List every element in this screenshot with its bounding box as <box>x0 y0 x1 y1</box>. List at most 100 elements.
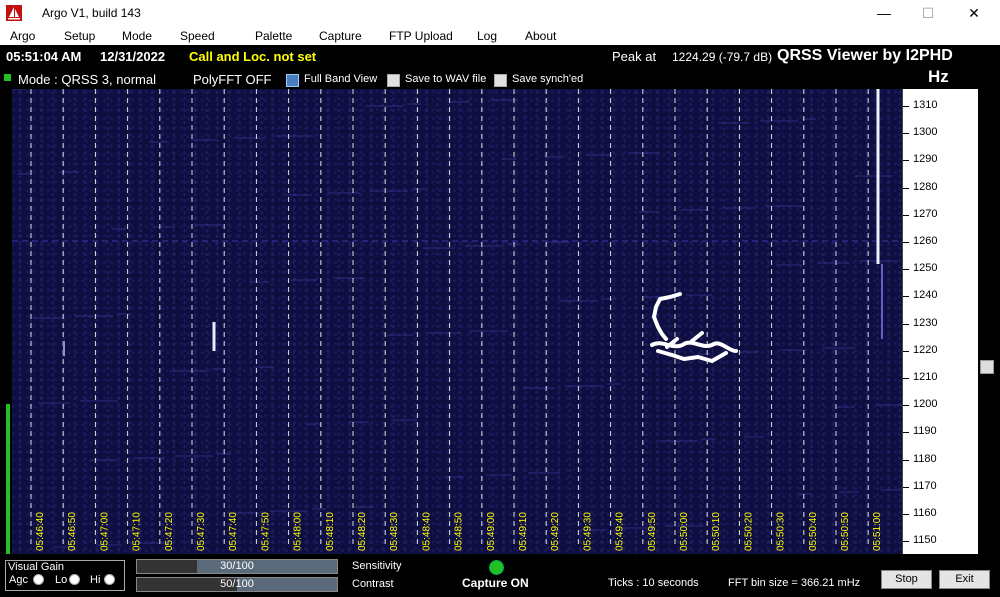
minimize-button[interactable]: — <box>861 0 907 27</box>
time-label: 05:50:20 <box>743 512 754 551</box>
time-label: 05:47:40 <box>228 512 239 551</box>
save-synched-label: Save synch'ed <box>512 73 584 85</box>
title-bar: Argo V1, build 143 — ☐ ✕ <box>0 0 1000 27</box>
freq-label: 1240 <box>913 289 938 302</box>
freq-label: 1190 <box>913 425 937 438</box>
agc-radio[interactable] <box>33 574 44 585</box>
save-synched-checkbox[interactable] <box>494 74 507 87</box>
freq-tick <box>903 514 909 515</box>
menu-mode[interactable]: Mode <box>122 29 152 43</box>
contrast-value: 50/100 <box>220 578 254 590</box>
freq-label: 1250 <box>913 262 938 275</box>
hi-label: Hi <box>90 574 101 586</box>
freq-tick <box>903 242 909 243</box>
exit-button[interactable]: Exit <box>939 570 990 589</box>
freq-label: 1300 <box>913 126 938 139</box>
app-name: QRSS Viewer by I2PHD <box>777 47 953 64</box>
time-label: 05:49:20 <box>550 512 561 551</box>
time-label: 05:50:00 <box>679 512 690 551</box>
fft-bin-label: FFT bin size = 366.21 mHz <box>728 577 861 589</box>
time-label: 05:46:40 <box>35 512 46 551</box>
save-wav-checkbox[interactable] <box>387 74 400 87</box>
stop-button[interactable]: Stop <box>881 570 932 589</box>
menu-bar: Argo Setup Mode Speed Palette Capture FT… <box>0 27 1000 45</box>
contrast-slider[interactable]: 50/100 <box>136 577 338 592</box>
freq-label: 1160 <box>913 507 937 519</box>
hi-radio[interactable] <box>104 574 115 585</box>
time-label: 05:47:50 <box>260 512 271 551</box>
freq-tick <box>903 160 909 162</box>
scrollbar-thumb[interactable] <box>980 360 994 374</box>
sensitivity-slider[interactable]: 30/100 <box>136 559 338 574</box>
time-label: 05:48:00 <box>293 512 304 551</box>
ticks-label: Ticks : 10 seconds <box>608 577 699 589</box>
freq-tick <box>903 106 909 107</box>
signal-trace <box>650 292 738 363</box>
freq-label: 1180 <box>913 452 937 465</box>
full-band-checkbox[interactable] <box>286 74 299 87</box>
time-label: 05:50:50 <box>840 512 851 551</box>
time-label: 05:48:30 <box>389 512 400 551</box>
freq-label: 1200 <box>913 398 938 411</box>
freq-tick <box>903 187 909 189</box>
polyfft-status[interactable]: PolyFFT OFF <box>193 72 271 87</box>
capture-status: Capture ON <box>462 576 529 590</box>
waterfall-canvas: 05:46:40 05:46:50 05:47:00 05:47:10 05:47:20… <box>12 89 902 551</box>
time-label: 05:49:50 <box>647 512 658 551</box>
time-label: 05:48:50 <box>454 512 465 551</box>
frequency-scrollbar[interactable] <box>978 89 1000 554</box>
freq-label: 1170 <box>913 479 937 492</box>
close-button[interactable]: ✕ <box>951 0 997 27</box>
freq-label: 1230 <box>913 316 938 329</box>
time-label: 05:47:00 <box>99 512 110 551</box>
sensitivity-label: Sensitivity <box>352 560 402 572</box>
peak-value: 1224.29 (-79.7 dB) <box>672 50 773 64</box>
freq-tick <box>903 296 909 298</box>
freq-label: 1280 <box>913 180 938 193</box>
maximize-button[interactable]: ☐ <box>905 0 951 27</box>
freq-tick <box>903 459 909 461</box>
time-label: 05:48:40 <box>421 512 432 551</box>
time-label: 05:48:10 <box>325 512 336 551</box>
menu-speed[interactable]: Speed <box>180 29 215 43</box>
menu-ftp-upload[interactable]: FTP Upload <box>389 29 453 43</box>
freq-tick <box>903 350 909 352</box>
menu-log[interactable]: Log <box>477 29 497 43</box>
waterfall-display[interactable]: 05:46:40 05:46:50 05:47:00 05:47:10 05:47:20… <box>12 89 902 554</box>
time-label: 05:47:20 <box>164 512 175 551</box>
freq-tick <box>903 214 909 216</box>
lo-label: Lo <box>55 574 68 586</box>
freq-tick <box>903 378 909 379</box>
time-label: 05:49:00 <box>486 512 497 551</box>
menu-capture[interactable]: Capture <box>319 29 362 43</box>
menu-palette[interactable]: Palette <box>255 29 292 43</box>
sailboat-icon <box>6 5 22 21</box>
menu-setup[interactable]: Setup <box>64 29 95 43</box>
freq-label: 1210 <box>913 371 938 383</box>
sensitivity-value: 30/100 <box>220 560 254 572</box>
callsign-status: Call and Loc. not set <box>189 49 317 64</box>
frequency-scale: 1310 1300 1290 1280 1270 1260 1250 1240 1230 1220… <box>902 89 979 554</box>
visual-gain-label: Visual Gain <box>8 561 65 573</box>
menu-argo[interactable]: Argo <box>10 29 35 43</box>
freq-tick <box>903 405 909 407</box>
freq-label: 1310 <box>913 99 938 111</box>
mode-label: Mode : QRSS 3, normal <box>18 72 156 87</box>
time-label: 05:50:10 <box>711 512 722 551</box>
time-label: 05:50:40 <box>808 512 819 551</box>
full-band-label: Full Band View <box>304 73 378 85</box>
time-label: 05:48:20 <box>357 512 368 551</box>
time-label: 05:50:30 <box>776 512 787 551</box>
save-wav-label: Save to WAV file <box>405 73 487 85</box>
time-label: 05:49:40 <box>615 512 626 551</box>
freq-tick <box>903 133 909 135</box>
lo-radio[interactable] <box>69 574 80 585</box>
menu-about[interactable]: About <box>525 29 556 43</box>
freq-label: 1290 <box>913 153 938 166</box>
peak-label: Peak at <box>612 49 657 64</box>
freq-tick <box>903 541 909 543</box>
freq-label: 1260 <box>913 235 938 247</box>
freq-label: 1220 <box>913 343 938 356</box>
agc-label: Agc <box>9 574 28 586</box>
time-label: 05:47:10 <box>132 512 143 551</box>
